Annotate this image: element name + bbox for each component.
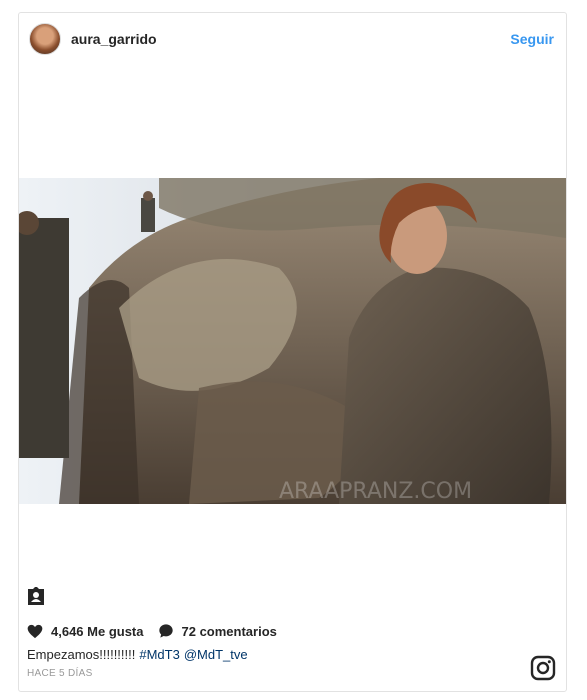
user-tag-icon[interactable]: [25, 585, 47, 607]
post-header: aura_garrido Seguir: [19, 13, 566, 67]
follow-button[interactable]: Seguir: [510, 31, 554, 47]
caption: Empezamos!!!!!!!!!! #MdT3 @MdT_tve: [27, 647, 248, 662]
instagram-logo-icon[interactable]: [530, 655, 556, 681]
comment-icon[interactable]: [158, 623, 174, 639]
hashtag-link[interactable]: #MdT3: [139, 647, 179, 662]
post-photo[interactable]: ARAAPRANZ.COM: [19, 178, 566, 504]
comments[interactable]: 72 comentarios: [158, 623, 277, 639]
caption-text: Empezamos!!!!!!!!!!: [27, 647, 136, 662]
username[interactable]: aura_garrido: [71, 31, 157, 47]
heart-icon[interactable]: [27, 624, 43, 639]
post-actions: 4,646 Me gusta 72 comentarios: [27, 623, 277, 639]
likes[interactable]: 4,646 Me gusta: [27, 624, 144, 639]
comments-count: 72 comentarios: [181, 623, 277, 639]
mention-link[interactable]: @MdT_tve: [184, 647, 248, 662]
instagram-post-card: aura_garrido Seguir ARAAPRANZ.COM 4,646 …: [18, 12, 567, 692]
post-time: HACE 5 DÍAS: [27, 668, 93, 679]
watermark-text: ARAAPRANZ.COM: [279, 479, 472, 504]
likes-count: 4,646 Me gusta: [51, 623, 144, 639]
photo-illustration: ARAAPRANZ.COM: [19, 178, 566, 504]
avatar[interactable]: [29, 23, 61, 55]
